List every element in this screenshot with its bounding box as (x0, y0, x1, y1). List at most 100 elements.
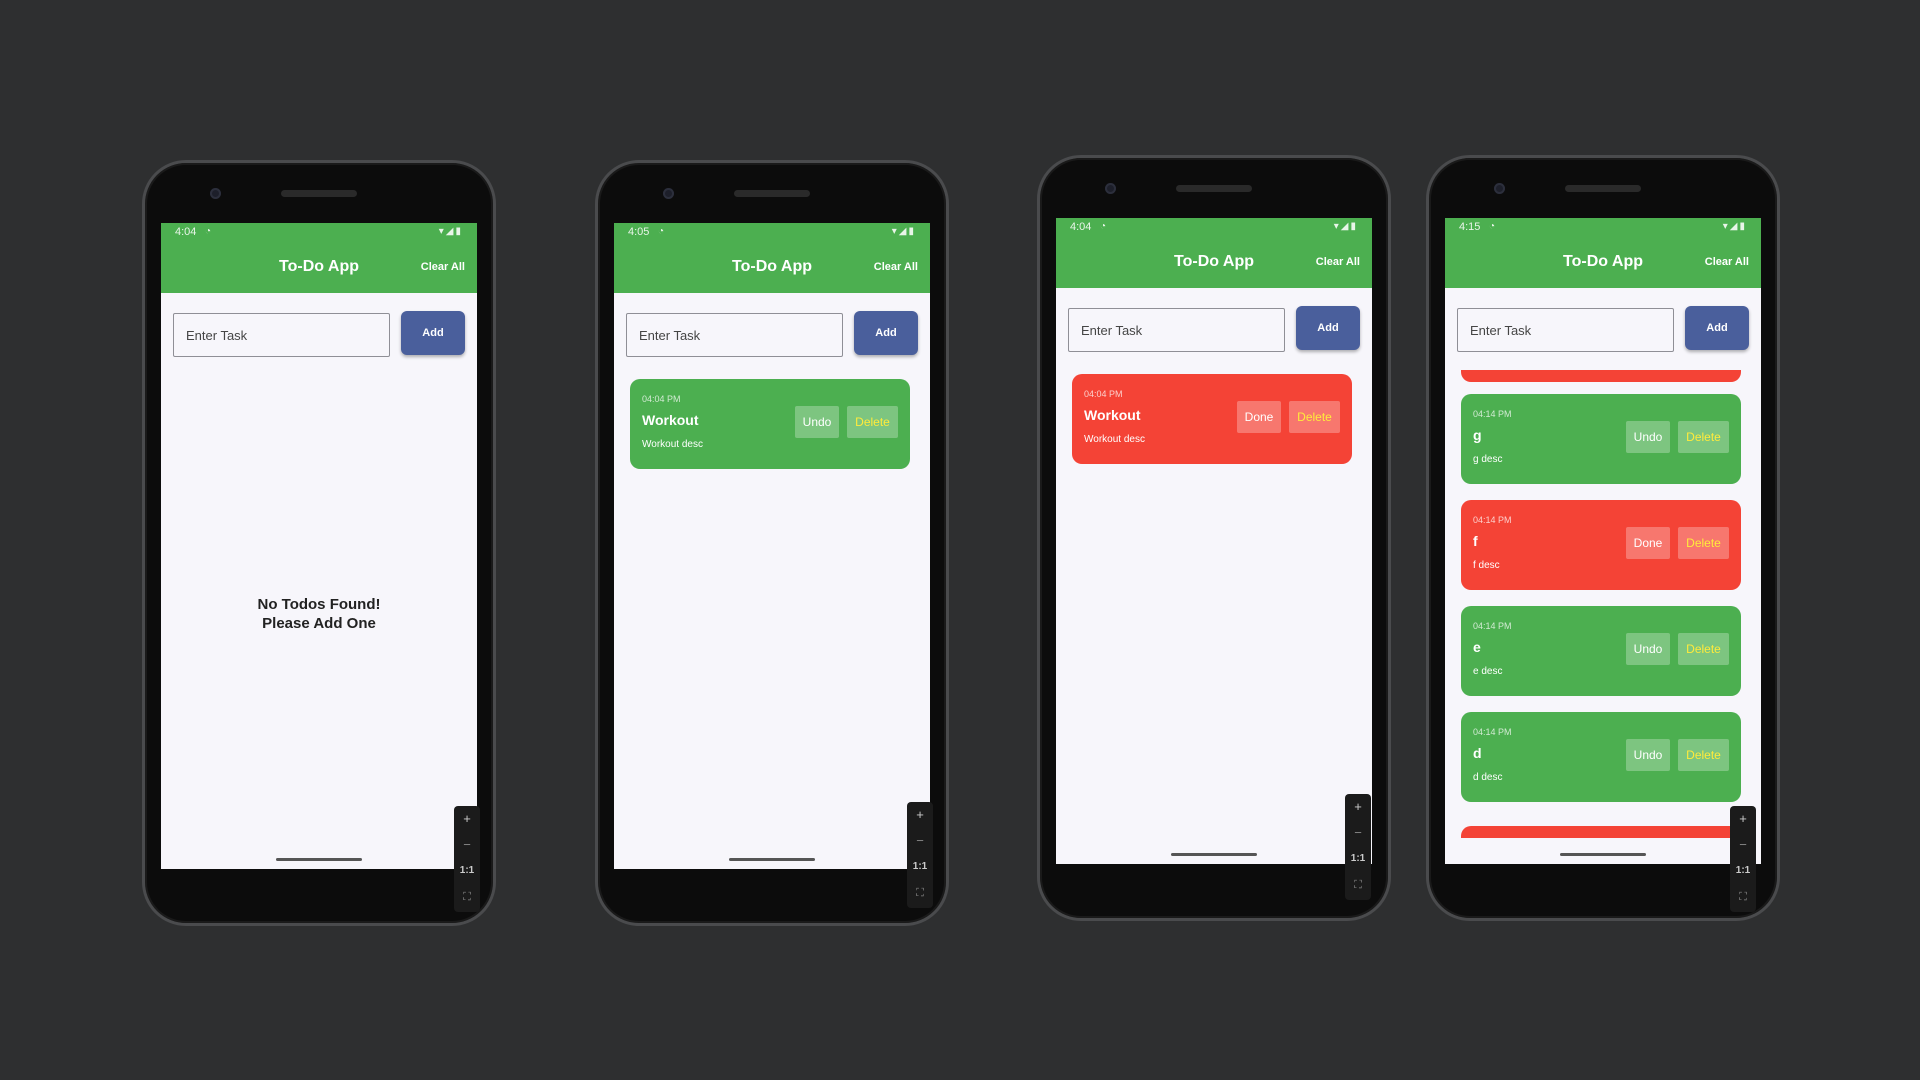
todo-time: 04:04 PM (642, 394, 681, 404)
zoom-out-button[interactable]: − (1345, 820, 1371, 846)
undo-button[interactable]: Undo (1626, 633, 1670, 665)
todo-title: Workout (1084, 407, 1141, 423)
todo-time: 04:14 PM (1473, 409, 1512, 419)
todo-card[interactable]: 04:14 PM e e desc Undo Delete (1461, 606, 1741, 696)
todo-desc: e desc (1473, 666, 1503, 677)
todo-card[interactable]: 04:04 PM Workout Workout desc Undo Delet… (630, 379, 910, 469)
zoom-out-button[interactable]: − (1730, 832, 1756, 858)
status-bar: 4:05 ◔ ▾◢▮ (614, 223, 930, 241)
zoom-controls-4: + − 1:1 ⛶ (1730, 806, 1756, 912)
zoom-in-button[interactable]: + (454, 806, 480, 832)
task-input-row: Add (1457, 306, 1749, 352)
done-button[interactable]: Done (1237, 401, 1281, 433)
zoom-controls-2: + − 1:1 ⛶ (907, 802, 933, 908)
status-time: 4:15 (1459, 221, 1481, 233)
zoom-out-button[interactable]: − (454, 832, 480, 858)
todo-card[interactable]: 04:14 PM g g desc Undo Delete (1461, 394, 1741, 484)
clear-all-button[interactable]: Clear All (874, 241, 918, 293)
home-indicator[interactable] (1560, 853, 1646, 856)
task-input-row: Add (173, 311, 465, 357)
actual-size-button[interactable]: 1:1 (454, 858, 480, 884)
fit-screen-icon[interactable]: ⛶ (1730, 884, 1756, 910)
task-input[interactable] (626, 313, 843, 357)
todo-card[interactable]: 04:14 PM d d desc Undo Delete (1461, 712, 1741, 802)
clear-all-button[interactable]: Clear All (421, 241, 465, 293)
fit-screen-icon[interactable]: ⛶ (1345, 872, 1371, 898)
todo-time: 04:14 PM (1473, 727, 1512, 737)
home-indicator[interactable] (1171, 853, 1257, 856)
home-indicator[interactable] (276, 858, 362, 861)
status-time: 4:05 (628, 226, 650, 238)
system-icons: ▾◢▮ (1722, 221, 1747, 232)
todo-title: f (1473, 533, 1478, 549)
todo-title: Workout (642, 412, 699, 428)
actual-size-button[interactable]: 1:1 (1345, 846, 1371, 872)
delete-button[interactable]: Delete (1678, 633, 1729, 665)
empty-message-line-2: Please Add One (262, 615, 376, 632)
fit-screen-icon[interactable]: ⛶ (454, 884, 480, 910)
todo-title: e (1473, 639, 1481, 655)
zoom-controls-3: + − 1:1 ⛶ (1345, 794, 1371, 900)
todo-title: d (1473, 745, 1482, 761)
add-button[interactable]: Add (1685, 306, 1749, 350)
front-camera-icon (210, 188, 221, 199)
delete-button[interactable]: Delete (1678, 739, 1729, 771)
task-input[interactable] (1457, 308, 1674, 352)
empty-message: No Todos Found! Please Add One (161, 595, 477, 633)
dnd-icon: ◔ (1100, 221, 1107, 232)
delete-button[interactable]: Delete (847, 406, 898, 438)
fit-screen-icon[interactable]: ⛶ (907, 880, 933, 906)
task-input-row: Add (626, 311, 918, 357)
todo-card-partial[interactable] (1461, 826, 1741, 838)
task-input[interactable] (1068, 308, 1285, 352)
front-camera-icon (1494, 183, 1505, 194)
zoom-out-button[interactable]: − (907, 828, 933, 854)
actual-size-button[interactable]: 1:1 (1730, 858, 1756, 884)
todo-time: 04:04 PM (1084, 389, 1123, 399)
zoom-in-button[interactable]: + (907, 802, 933, 828)
phone-frame-1: 4:04 ◔ ▾◢▮ To-Do App Clear All Add No To… (142, 160, 496, 926)
zoom-controls-1: + − 1:1 ⛶ (454, 806, 480, 912)
add-button[interactable]: Add (854, 311, 918, 355)
earpiece-speaker (1565, 185, 1641, 192)
app-bar: To-Do App Clear All (161, 241, 477, 293)
earpiece-speaker (734, 190, 810, 197)
done-button[interactable]: Done (1626, 527, 1670, 559)
delete-button[interactable]: Delete (1289, 401, 1340, 433)
undo-button[interactable]: Undo (795, 406, 839, 438)
delete-button[interactable]: Delete (1678, 527, 1729, 559)
add-button[interactable]: Add (401, 311, 465, 355)
home-indicator[interactable] (729, 858, 815, 861)
clear-all-button[interactable]: Clear All (1705, 236, 1749, 288)
todo-title: g (1473, 427, 1482, 443)
dnd-icon: ◔ (205, 226, 212, 237)
system-icons: ▾◢▮ (438, 226, 463, 237)
app-screen: 4:05 ◔ ▾◢▮ To-Do App Clear All Add 04:04… (614, 223, 930, 869)
front-camera-icon (663, 188, 674, 199)
undo-button[interactable]: Undo (1626, 421, 1670, 453)
todo-desc: Workout desc (1084, 434, 1145, 445)
status-bar: 4:04 ◔ ▾◢▮ (1056, 218, 1372, 236)
task-input[interactable] (173, 313, 390, 357)
phone-frame-4: 4:15 ◔ ▾◢▮ To-Do App Clear All Add 04:14… (1426, 155, 1780, 921)
app-bar: To-Do App Clear All (1056, 236, 1372, 288)
system-icons: ▾◢▮ (1333, 221, 1358, 232)
dnd-icon: ◔ (658, 226, 665, 237)
todo-time: 04:14 PM (1473, 621, 1512, 631)
zoom-in-button[interactable]: + (1730, 806, 1756, 832)
task-input-row: Add (1068, 306, 1360, 352)
todo-card[interactable]: 04:04 PM Workout Workout desc Done Delet… (1072, 374, 1352, 464)
delete-button[interactable]: Delete (1678, 421, 1729, 453)
clear-all-button[interactable]: Clear All (1316, 236, 1360, 288)
actual-size-button[interactable]: 1:1 (907, 854, 933, 880)
todo-card[interactable]: 04:14 PM f f desc Done Delete (1461, 500, 1741, 590)
app-screen: 4:15 ◔ ▾◢▮ To-Do App Clear All Add 04:14… (1445, 218, 1761, 864)
zoom-in-button[interactable]: + (1345, 794, 1371, 820)
todo-desc: d desc (1473, 772, 1503, 783)
add-button[interactable]: Add (1296, 306, 1360, 350)
dnd-icon: ◔ (1489, 221, 1496, 232)
todo-card-partial[interactable] (1461, 370, 1741, 382)
undo-button[interactable]: Undo (1626, 739, 1670, 771)
system-icons: ▾◢▮ (891, 226, 916, 237)
status-bar: 4:15 ◔ ▾◢▮ (1445, 218, 1761, 236)
